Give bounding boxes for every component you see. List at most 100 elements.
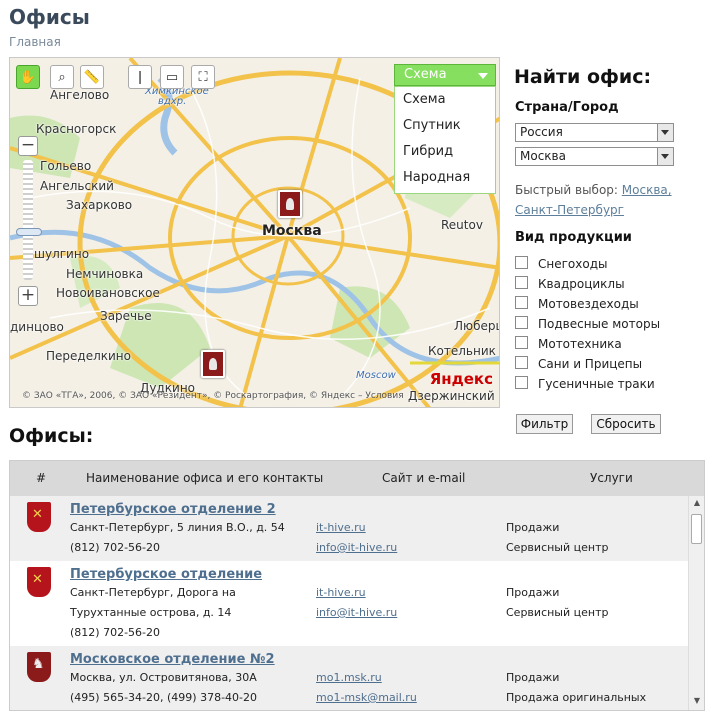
office-site-link[interactable]: it-hive.ru: [316, 521, 366, 534]
find-office-title: Найти офис:: [514, 66, 652, 88]
offices-title: Офисы:: [9, 425, 94, 447]
zoom-area-icon[interactable]: ⌕: [50, 65, 74, 89]
map-label-nemchinovka: Немчиновка: [66, 267, 144, 281]
office-site-link[interactable]: it-hive.ru: [316, 586, 366, 599]
office-name-link[interactable]: Петербурское отделение 2: [70, 502, 276, 517]
map-type-option[interactable]: Гибрид: [395, 139, 495, 165]
city-select-value: Москва: [520, 149, 566, 163]
product-checkbox[interactable]: Мотовездеходы: [515, 296, 639, 311]
chevron-down-icon[interactable]: [657, 124, 673, 141]
office-email-link[interactable]: mo1-msk@mail.ru: [316, 691, 417, 704]
office-address: Санкт-Петербург, Дорога на Турухтанные о…: [70, 586, 236, 619]
office-name-link[interactable]: Московское отделение №2: [70, 652, 275, 667]
office-marker-moscow-2[interactable]: [201, 350, 225, 378]
map-type-option[interactable]: Схема: [395, 87, 495, 113]
spb-crest-icon: [27, 567, 51, 597]
products-label: Вид продукции: [515, 230, 632, 245]
traffic-icon[interactable]: ▭: [160, 65, 184, 89]
map-type-option[interactable]: Спутник: [395, 113, 495, 139]
office-service: Сервисный центр: [506, 606, 609, 619]
checkbox-icon[interactable]: [515, 336, 528, 349]
map-label-shulgino: шулгино: [34, 247, 90, 261]
map-label-moskva: Москва: [262, 223, 322, 239]
zoom-out-icon[interactable]: −: [18, 136, 38, 156]
quick-link-spb[interactable]: Санкт-Петербург: [515, 203, 624, 217]
office-phone: (812) 702-56-20: [70, 541, 161, 554]
scroll-thumb[interactable]: [691, 514, 702, 544]
product-checkbox[interactable]: Подвесные моторы: [515, 316, 660, 331]
office-phone: (812) 702-56-20: [70, 626, 161, 639]
product-checkbox[interactable]: Квадроциклы: [515, 276, 625, 291]
map-copyright[interactable]: © ЗАО «ТГА», 2006, © ЗАО «Резидент», © Р…: [22, 391, 404, 401]
hand-icon[interactable]: ✋: [16, 65, 40, 89]
checkbox-icon[interactable]: [515, 276, 528, 289]
map-label-zarechye: Заречье: [100, 309, 152, 323]
office-address: Санкт-Петербург, 5 линия В.О., д. 54: [70, 521, 285, 534]
quick-link-moscow[interactable]: Москва,: [622, 183, 672, 197]
scroll-down-icon[interactable]: ▼: [691, 696, 703, 708]
map-type-select[interactable]: Схема: [394, 64, 496, 86]
checkbox-icon[interactable]: [515, 376, 528, 389]
scroll-up-icon[interactable]: ▲: [691, 498, 703, 510]
office-service: Продажи: [506, 586, 560, 599]
country-select-value: Россия: [520, 125, 563, 139]
product-checkbox[interactable]: Гусеничные траки: [515, 376, 655, 391]
country-city-label: Страна/Город: [515, 100, 619, 115]
checkbox-icon[interactable]: [515, 316, 528, 329]
office-service: Продажа оригинальных: [506, 691, 647, 704]
yandex-logo: Яндекс: [429, 370, 493, 388]
zoom-slider-handle[interactable]: [16, 228, 42, 236]
product-checkbox[interactable]: Снегоходы: [515, 256, 607, 271]
column-header: Сайт и e-mail: [382, 471, 466, 485]
office-address: Москва, ул. Островитянова, 30А: [70, 671, 257, 684]
map-label-lyubertsy: Люберц: [454, 319, 500, 333]
route-icon[interactable]: ǀ: [128, 65, 152, 89]
product-checkbox[interactable]: Сани и Прицепы: [515, 356, 642, 371]
map-label-kotelniki: Котельник: [428, 344, 496, 358]
reset-button[interactable]: Сбросить: [591, 414, 661, 434]
office-phone: (495) 565-34-20, (499) 378-40-20: [70, 691, 257, 704]
office-service: Продажи: [506, 521, 560, 534]
table-scrollbar[interactable]: ▲ ▼: [688, 496, 704, 710]
table-row: Петербурское отделение Санкт-Петербург, …: [10, 561, 688, 646]
quick-select-label: Быстрый выбор:: [515, 183, 618, 197]
page-title: Офисы: [9, 5, 90, 29]
quick-select: Быстрый выбор: Москва, Санкт-Петербург: [515, 180, 685, 220]
map-type-option[interactable]: Народная: [395, 165, 495, 191]
office-service: Продажи: [506, 671, 560, 684]
office-email-link[interactable]: info@it-hive.ru: [316, 541, 397, 554]
map-label-reutov: Reutov: [441, 218, 483, 232]
map-label-zakharkovo: Захарково: [66, 198, 133, 212]
country-select[interactable]: Россия: [515, 123, 674, 142]
chevron-down-icon[interactable]: [657, 148, 673, 165]
table-header: # Наименование офиса и его контакты Сайт…: [10, 461, 704, 496]
map-label-angelsky: Ангельский: [40, 179, 114, 193]
office-name-link[interactable]: Петербурское отделение: [70, 567, 262, 582]
checkbox-icon[interactable]: [515, 256, 528, 269]
map-type-selected: Схема: [404, 67, 447, 82]
office-email-link[interactable]: info@it-hive.ru: [316, 606, 397, 619]
fullscreen-icon[interactable]: ⛶: [191, 65, 215, 89]
map-label-golyevo: Гольево: [40, 159, 92, 173]
office-site-link[interactable]: mo1.msk.ru: [316, 671, 382, 684]
checkbox-icon[interactable]: [515, 296, 528, 309]
breadcrumb-home[interactable]: Главная: [9, 35, 61, 49]
map-label-vdkhr: вдхр.: [158, 96, 187, 107]
map-label-moscow-road: Moscow: [356, 370, 396, 381]
table-row: Московское отделение №2 Москва, ул. Остр…: [10, 646, 688, 710]
filter-button[interactable]: Фильтр: [516, 414, 573, 434]
spb-crest-icon: [27, 502, 51, 532]
map-label-dzerzhinsky: Дзержинский: [408, 389, 495, 403]
map-label-peredelkino: Переделкино: [46, 349, 131, 363]
zoom-slider-track[interactable]: [23, 160, 33, 280]
city-select[interactable]: Москва: [515, 147, 674, 166]
checkbox-icon[interactable]: [515, 356, 528, 369]
zoom-in-icon[interactable]: +: [18, 286, 38, 306]
product-checkbox[interactable]: Мототехника: [515, 336, 622, 351]
column-header: Услуги: [590, 471, 633, 485]
chevron-down-icon: [478, 73, 488, 79]
map[interactable]: Ангелово Химкинское вдхр. Красногорск Го…: [9, 57, 500, 408]
ruler-icon[interactable]: 📏: [80, 65, 104, 89]
office-marker-moscow-1[interactable]: [278, 190, 302, 218]
column-header: Наименование офиса и его контакты: [86, 471, 324, 485]
